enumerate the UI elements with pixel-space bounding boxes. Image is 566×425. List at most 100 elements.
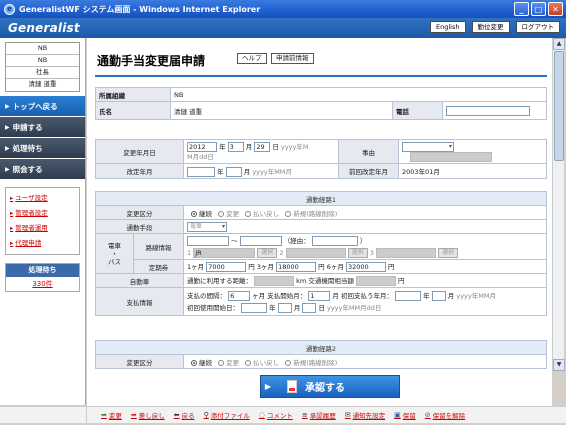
maximize-button[interactable]: □	[531, 2, 546, 16]
logo: Generalist	[8, 21, 80, 35]
history-icon: ≡	[301, 411, 308, 419]
toolbar-item-label: 通知先設定	[352, 412, 386, 420]
route2-radio-new[interactable]	[285, 359, 292, 366]
radio-change-label: 変更	[226, 209, 240, 218]
route2-radio-refund[interactable]	[245, 359, 252, 366]
radio-new[interactable]	[285, 210, 292, 217]
car-transport-label: 交通機関相当額	[308, 277, 354, 285]
scroll-down-icon[interactable]: ▼	[553, 359, 565, 371]
toolbar-item-2[interactable]: ⬅ 戻る	[174, 410, 195, 420]
approve-area: ▶ 承認する	[87, 371, 552, 406]
pending-count-link[interactable]: 330件	[6, 277, 79, 291]
route-1-select-button[interactable]: 選択	[257, 247, 278, 258]
user-name: 清鏈 道重	[28, 80, 57, 88]
toolbar-item-5[interactable]: ≡ 承認履歴	[302, 410, 336, 420]
toolbar-item-8[interactable]: ⊘ 保留を解除	[425, 410, 465, 420]
english-button[interactable]: English	[430, 21, 466, 33]
car-transport-input	[355, 276, 396, 286]
toolbar-item-label: 保留を解除	[432, 412, 466, 420]
first-use-year-unit: 年	[269, 303, 276, 312]
radio-continue[interactable]	[191, 210, 197, 217]
approve-arrow-icon: ▶	[264, 382, 272, 391]
first-pay-label: 初回支払う年月：	[340, 291, 393, 300]
close-button[interactable]: ✕	[548, 2, 563, 16]
first-use-day-unit: 日	[318, 303, 325, 312]
route-to-input[interactable]	[239, 235, 282, 246]
nav-arrow-icon: ▶	[5, 102, 10, 110]
route2-table: 通勤経路2 変更区分 継続 変更 払い戻し 新規(路線削除)	[95, 340, 547, 369]
car-transport-unit: 円	[398, 277, 405, 285]
reason-select[interactable]	[402, 141, 454, 152]
first-use-year-input[interactable]	[241, 302, 268, 313]
minimize-button[interactable]: _	[514, 2, 529, 16]
link-admin-settings[interactable]: ▸ 管理者設定	[10, 206, 75, 221]
vertical-scrollbar[interactable]: ▲ ▼	[552, 38, 565, 371]
radio-refund[interactable]	[245, 210, 252, 217]
green-arrow-icon: ➡	[101, 411, 107, 419]
toolbar-item-3[interactable]: ⚲ 添付ファイル	[204, 410, 250, 420]
toolbar-item-0[interactable]: ➡ 変更	[101, 410, 122, 420]
change-month-input[interactable]: 3	[227, 141, 244, 152]
toolbar-item-label: コメント	[266, 412, 293, 420]
phone-input[interactable]	[446, 105, 530, 116]
first-pay-month-input[interactable]	[431, 290, 446, 301]
back-arrow-icon: ⬅	[173, 411, 180, 419]
route2-radio-change[interactable]	[218, 359, 225, 366]
means-select[interactable]: 電車	[187, 221, 227, 232]
route-3-select-button[interactable]: 選択	[438, 247, 459, 258]
toolbar-item-4[interactable]: ◌ コメント	[259, 410, 293, 420]
pass-6m-input[interactable]: 32000	[345, 262, 386, 272]
pass-1m-input[interactable]: 7000	[206, 262, 247, 272]
nav-inquiry-label: 照会する	[12, 164, 43, 174]
link-user-settings[interactable]: ▸ ユーザ設定	[10, 191, 75, 206]
position-change-button[interactable]: 勤位変更	[471, 21, 510, 33]
toolbar-item-1[interactable]: ➡ 差し戻し	[131, 410, 165, 420]
first-use-day-input[interactable]	[302, 302, 317, 313]
pay-interval-input[interactable]: 6	[228, 290, 251, 301]
nav-top[interactable]: ▶ トップへ戻る	[0, 96, 85, 116]
pass-yen: 円	[388, 263, 395, 271]
radio-change[interactable]	[218, 210, 225, 217]
nav-pending[interactable]: ▶ 処理待ち	[0, 138, 85, 158]
first-use-label: 初回使用開始日：	[187, 303, 239, 312]
revision-year-input[interactable]	[187, 166, 215, 177]
prev-info-button[interactable]: 申請前情報	[271, 53, 314, 64]
help-button[interactable]: ヘルプ	[237, 53, 267, 64]
logout-button[interactable]: ログアウト	[515, 21, 560, 33]
pay-start-unit: 月	[332, 291, 339, 300]
payment-cell: 支払の間隔： 6 ヶ月 支払開始月： 1 月 初回支払う年月： 年 月 yyyy…	[183, 287, 547, 316]
radio-refund-label: 払い戻し	[253, 209, 280, 218]
change-year-input[interactable]: 2012	[187, 141, 217, 152]
first-pay-year-input[interactable]	[395, 290, 422, 301]
route-from-input[interactable]	[187, 235, 229, 246]
link-admin-operation[interactable]: ▸ 管理者運用	[10, 221, 75, 236]
toolbar-item-7[interactable]: ▣ 保留	[394, 410, 416, 420]
pass-3m-input[interactable]: 18000	[276, 262, 317, 272]
route-tilde: 〜	[231, 236, 238, 245]
pay-start-input[interactable]: 1	[308, 290, 331, 301]
scroll-thumb[interactable]	[554, 51, 564, 161]
nav-pending-label: 処理待ち	[12, 143, 43, 153]
red-arrow-icon: ➡	[130, 411, 137, 419]
route-3-input	[376, 247, 436, 258]
footer-left	[0, 406, 87, 423]
link-proxy-apply[interactable]: ▸ 代理申請	[10, 236, 75, 251]
nav-apply[interactable]: ▶ 申請する	[0, 117, 85, 137]
route2-radio-continue[interactable]	[191, 359, 197, 366]
first-use-month-input[interactable]	[277, 302, 292, 313]
via-input[interactable]	[311, 235, 358, 246]
name-value: 清鏈 道重	[170, 101, 393, 120]
route1-section-title: 通勤経路1	[95, 191, 547, 206]
change-day-input[interactable]: 29	[254, 141, 271, 152]
nav-inquiry[interactable]: ▶ 照会する	[0, 159, 85, 179]
route-2-select-button[interactable]: 選択	[347, 247, 368, 258]
revision-month-input[interactable]	[225, 166, 242, 177]
toolbar-item-6[interactable]: ✉ 通知先設定	[345, 410, 385, 420]
via-label: （経由：	[283, 236, 310, 245]
route2-radio-continue-label: 継続	[199, 358, 212, 367]
approve-button[interactable]: ▶ 承認する	[260, 375, 400, 398]
scroll-up-icon[interactable]: ▲	[553, 38, 565, 50]
first-use-hint: yyyy年MM月dd日	[327, 303, 382, 312]
change-date-cell: 2012 年 3 月 29 日 yyyy年M M月dd日	[183, 139, 339, 164]
route-info-cell: 〜 （経由： ） 1 JR 選択 2 選択 3 選択	[183, 233, 547, 260]
